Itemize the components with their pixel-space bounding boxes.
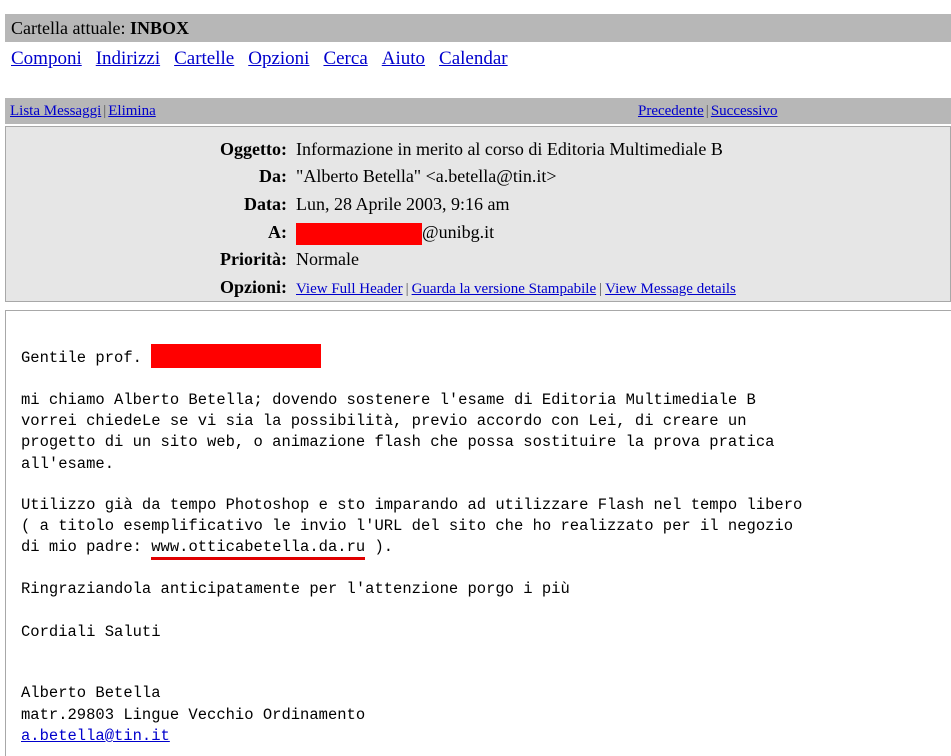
view-full-header-link[interactable]: View Full Header: [296, 281, 403, 297]
signature-email-line: a.betella@tin.it: [21, 726, 170, 748]
subject-value: Informazione in merito al corso di Edito…: [296, 139, 723, 159]
nav-calendar-link[interactable]: Calendar: [439, 48, 508, 69]
website-url: www.otticabetella.da.ru: [151, 538, 366, 560]
to-value: @unibg.it: [296, 219, 494, 245]
separator: |: [405, 281, 409, 297]
message-body: Gentile prof. mi chiamo Alberto Betella;…: [5, 310, 951, 756]
to-row: A: @unibg.it: [6, 219, 951, 245]
separator: |: [103, 103, 107, 119]
date-label: Data:: [244, 194, 287, 214]
body-line: progetto di un sito web, o animazione fl…: [21, 433, 775, 451]
signature-name: Alberto Betella: [21, 684, 161, 702]
main-nav: Componi Indirizzi Cartelle Opzioni Cerca Aiut…: [11, 46, 522, 72]
previous-link[interactable]: Precedente: [638, 103, 704, 119]
priority-value: Normale: [296, 249, 359, 269]
nav-search-link[interactable]: Cerca: [323, 48, 367, 69]
folder-name: INBOX: [129, 18, 189, 38]
separator: |: [705, 103, 709, 119]
options-label: Opzioni:: [219, 277, 287, 297]
message-actions-bar: Lista Messaggi | Elimina Precedente | Succes…: [5, 98, 951, 124]
date-value: Lun, 28 Aprile 2003, 9:16 am: [296, 194, 510, 214]
from-label: Da:: [259, 166, 287, 186]
greeting: Gentile prof.: [21, 349, 142, 367]
options-links: View Full Header | Guarda la versione Stam…: [296, 274, 736, 302]
view-message-details-link[interactable]: View Message details: [605, 281, 736, 297]
signature-email-link[interactable]: a.betella@tin.it: [21, 727, 170, 745]
message-header: Oggetto: Informazione in merito al corso…: [5, 126, 951, 302]
thanks-line: Ringraziandola anticipatamente per l'att…: [21, 580, 570, 598]
priority-row: Priorità: Normale: [6, 246, 951, 272]
from-row: Da: "Alberto Betella" <a.betella@tin.it>: [6, 163, 951, 189]
body-line: Utilizzo già da tempo Photoshop e sto im…: [21, 496, 803, 514]
separator: |: [599, 281, 603, 297]
current-folder-bar: Cartella attuale: INBOX: [5, 14, 951, 42]
nav-options-link[interactable]: Opzioni: [248, 48, 309, 69]
options-row: Opzioni: View Full Header | Guarda la vers…: [6, 274, 951, 300]
subject-label: Oggetto:: [220, 139, 287, 159]
from-value: "Alberto Betella" <a.betella@tin.it>: [296, 166, 557, 186]
delete-link[interactable]: Elimina: [108, 103, 156, 119]
date-row: Data: Lun, 28 Aprile 2003, 9:16 am: [6, 191, 951, 217]
priority-label: Priorità:: [220, 249, 287, 269]
body-line: di mio padre: www.otticabetella.da.ru ).: [21, 537, 394, 560]
to-label: A:: [268, 222, 287, 242]
redaction-block: [296, 222, 422, 245]
signature-matr: matr.29803 Lingue Vecchio Ordinamento: [21, 706, 366, 724]
folder-prefix: Cartella attuale:: [11, 18, 126, 38]
subject-row: Oggetto: Informazione in merito al corso…: [6, 136, 951, 162]
redaction-block: [151, 344, 322, 368]
nav-help-link[interactable]: Aiuto: [382, 48, 425, 69]
nav-addresses-link[interactable]: Indirizzi: [96, 48, 160, 69]
nav-folders-link[interactable]: Cartelle: [174, 48, 234, 69]
nav-compose-link[interactable]: Componi: [11, 48, 82, 69]
greeting-line: Gentile prof.: [21, 344, 322, 370]
body-line: all'esame.: [21, 455, 115, 473]
body-line: vorrei chiedeLe se vi sia la possibilità…: [21, 412, 747, 430]
message-list-link[interactable]: Lista Messaggi: [10, 103, 101, 119]
to-domain: @unibg.it: [422, 222, 495, 242]
next-link[interactable]: Successivo: [711, 103, 778, 119]
printable-version-link[interactable]: Guarda la versione Stampabile: [412, 281, 597, 297]
body-line: ( a titolo esemplificativo le invio l'UR…: [21, 517, 794, 535]
closing-line: Cordiali Saluti: [21, 623, 161, 641]
body-text: ).: [365, 538, 394, 556]
body-line: mi chiamo Alberto Betella; dovendo soste…: [21, 391, 756, 409]
body-text: di mio padre:: [21, 538, 152, 556]
